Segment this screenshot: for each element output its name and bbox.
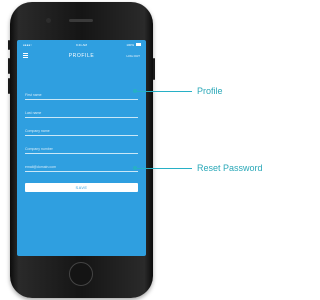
battery-percentage: 100% (126, 43, 134, 47)
reset-password-callout-line (136, 168, 192, 169)
company-name-placeholder: Company name (25, 129, 50, 133)
front-camera (46, 18, 51, 23)
email-placeholder: email@domain.com (25, 165, 56, 169)
volume-up-button (8, 58, 10, 74)
profile-callout-label: Profile (197, 86, 223, 96)
company-number-placeholder: Company number (25, 147, 53, 151)
app-screen: ●●●●○ 9:41 AM 100% PROFILE LOG OUT First… (17, 40, 146, 256)
status-bar: ●●●●○ 9:41 AM 100% (17, 40, 146, 50)
mute-switch (8, 40, 10, 50)
navigation-bar: PROFILE LOG OUT (17, 50, 146, 62)
last-name-placeholder: Last name (25, 111, 42, 115)
first-name-placeholder: First name (25, 93, 42, 97)
reset-password-callout-label: Reset Password (197, 163, 263, 173)
company-name-field[interactable]: Company name (25, 126, 138, 136)
volume-down-button (8, 78, 10, 94)
logout-button[interactable]: LOG OUT (126, 54, 140, 58)
earpiece-speaker (69, 19, 93, 22)
power-button (153, 58, 155, 80)
last-name-field[interactable]: Last name (25, 108, 138, 118)
email-field[interactable]: email@domain.com (25, 162, 138, 172)
battery-icon (136, 43, 141, 46)
save-button[interactable]: SAVE (25, 183, 138, 192)
phone-frame: ●●●●○ 9:41 AM 100% PROFILE LOG OUT First… (8, 2, 155, 298)
profile-form: First name Last name Company name Compan… (25, 90, 138, 191)
first-name-field[interactable]: First name (25, 90, 138, 100)
company-number-field[interactable]: Company number (25, 144, 138, 154)
profile-callout-line (136, 91, 192, 92)
home-button[interactable] (69, 262, 93, 286)
